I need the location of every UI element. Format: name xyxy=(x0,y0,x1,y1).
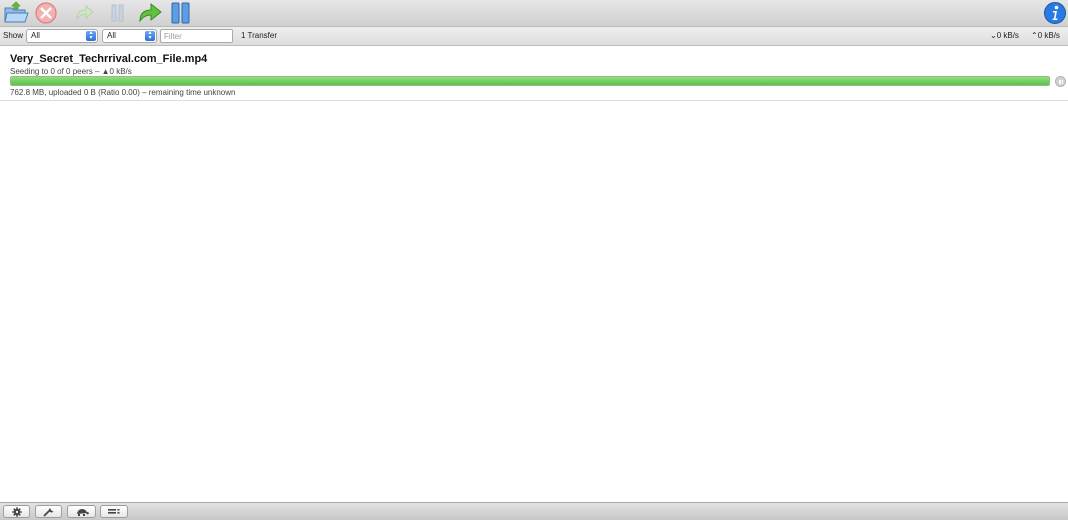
resume-arrow-icon xyxy=(76,4,94,21)
torrent-details: 762.8 MB, uploaded 0 B (Ratio 0.00) – re… xyxy=(10,88,236,97)
pause-all-button[interactable] xyxy=(168,1,194,25)
select-arrows-icon: ▴ ▾ xyxy=(145,30,155,41)
view-options-button[interactable] xyxy=(100,505,128,518)
download-rate[interactable]: ⌄0 kB/s xyxy=(990,31,1019,40)
download-rate-value: 0 kB/s xyxy=(996,31,1019,40)
transmission-window: Show All ▴▾ All ▴▾ 1 Transfer ⌄0 kB/s ⌃0… xyxy=(0,0,1068,520)
show-label: Show xyxy=(3,31,24,40)
torrent-status: Seeding to 0 of 0 peers – ▲0 kB/s xyxy=(10,67,132,76)
info-button[interactable] xyxy=(1042,1,1068,25)
resume-button[interactable] xyxy=(72,1,98,25)
turtle-icon xyxy=(76,509,89,516)
torrent-progress-fill xyxy=(11,77,1049,85)
group-filter-select[interactable]: All ▴ ▾ xyxy=(102,29,157,43)
open-torrent-button[interactable] xyxy=(3,1,29,25)
resume-all-arrow-icon xyxy=(139,2,162,23)
transfer-count: 1 Transfer xyxy=(241,31,278,40)
torrent-progress-bar xyxy=(10,76,1050,86)
upload-rate[interactable]: ⌃0 kB/s xyxy=(1031,31,1060,40)
torrent-row[interactable]: Very_Secret_Techrrival.com_File.mp4 Seed… xyxy=(0,48,1068,101)
gear-icon xyxy=(11,507,22,517)
pause-all-icon xyxy=(171,2,190,24)
status-filter-value: All xyxy=(31,31,40,40)
status-filter-select[interactable]: All ▴ ▾ xyxy=(26,29,98,43)
info-icon xyxy=(1044,2,1066,24)
filter-search-input[interactable] xyxy=(160,29,233,43)
torrent-pause-icon[interactable] xyxy=(1055,76,1066,87)
bottom-bar xyxy=(0,502,1068,520)
action-menu-button[interactable] xyxy=(3,505,30,518)
upload-chevron-icon: ⌃ xyxy=(1031,31,1038,40)
select-arrows-icon: ▴ ▾ xyxy=(86,30,96,41)
upload-rate-value: 0 kB/s xyxy=(1037,31,1060,40)
list-icon xyxy=(108,509,120,514)
toolbar xyxy=(0,0,1068,27)
preferences-button[interactable] xyxy=(35,505,62,518)
resume-all-button[interactable] xyxy=(137,1,163,25)
filter-bar: Show All ▴▾ All ▴▾ 1 Transfer ⌄0 kB/s ⌃0… xyxy=(0,27,1068,46)
folder-open-icon xyxy=(4,1,29,23)
pause-button[interactable] xyxy=(105,1,131,25)
wrench-icon xyxy=(42,508,53,517)
remove-button[interactable] xyxy=(34,1,60,25)
download-chevron-icon: ⌄ xyxy=(990,31,997,40)
speed-limit-button[interactable] xyxy=(67,505,96,518)
group-filter-value: All xyxy=(107,31,116,40)
torrent-name: Very_Secret_Techrrival.com_File.mp4 xyxy=(10,53,208,65)
remove-icon xyxy=(35,2,57,24)
pause-bars-icon xyxy=(111,4,124,22)
